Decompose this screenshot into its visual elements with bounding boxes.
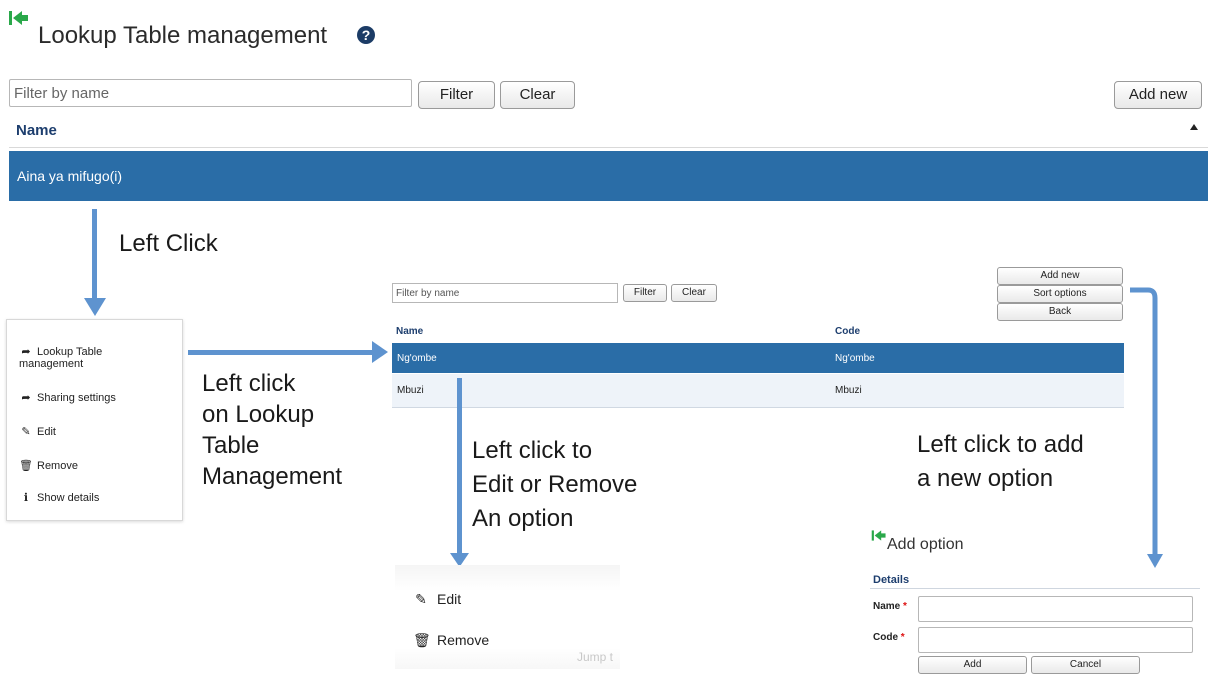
options-clear-button[interactable]: Clear <box>671 284 717 302</box>
option-name: Mbuzi <box>397 385 424 396</box>
add-button[interactable]: Add <box>918 656 1027 674</box>
name-field[interactable] <box>918 596 1193 622</box>
details-heading: Details <box>873 574 910 586</box>
option-row[interactable]: Ng'ombe Ng'ombe <box>392 343 1124 373</box>
back-arrow-icon[interactable] <box>8 8 30 28</box>
context-menu: ➦ Lookup Table management ➦ Sharing settin… <box>6 319 183 521</box>
row-name: Aina ya mifugo(i) <box>17 168 123 184</box>
menu-item-edit[interactable]: ✎ Edit <box>19 425 56 438</box>
ghost-text: Jump t <box>577 650 614 664</box>
arrow-right-shaft <box>188 350 374 355</box>
annotation-edit-remove: Left click to Edit or Remove An option <box>472 437 638 532</box>
back-button[interactable]: Back <box>997 303 1123 321</box>
option-row[interactable]: Mbuzi Mbuzi <box>392 374 1124 408</box>
options-add-new-button[interactable]: Add new <box>997 267 1123 285</box>
clear-button[interactable]: Clear <box>500 81 575 109</box>
option-code: Mbuzi <box>835 385 862 396</box>
option-code: Ng'ombe <box>835 353 875 364</box>
options-column-code[interactable]: Code <box>835 326 860 337</box>
trash-icon: 🗑 <box>413 632 431 648</box>
menu-item-remove[interactable]: 🗑 Remove <box>413 632 489 649</box>
column-header-name[interactable]: Name <box>16 122 57 139</box>
annotation-left-click-lookup: Left click on Lookup Table Management <box>202 370 343 490</box>
share-arrow-icon: ➦ <box>21 392 31 404</box>
option-name: Ng'ombe <box>397 353 437 364</box>
table-row[interactable]: Aina ya mifugo(i) <box>9 151 1208 201</box>
options-filter-input[interactable] <box>392 283 618 303</box>
edit-icon: ✎ <box>415 591 427 607</box>
add-new-button[interactable]: Add new <box>1114 81 1202 109</box>
help-icon[interactable]: ? <box>357 26 375 44</box>
menu-item-show-details[interactable]: ℹ Show details <box>19 491 99 504</box>
annotation-left-click: Left Click <box>119 230 218 257</box>
menu-item-sharing-settings[interactable]: ➦ Sharing settings <box>19 391 116 404</box>
code-field[interactable] <box>918 627 1193 653</box>
share-arrow-icon: ➦ <box>21 346 31 358</box>
code-label: Code * <box>873 632 905 643</box>
trash-icon: 🗑 <box>19 460 33 472</box>
header-divider <box>9 147 1208 148</box>
options-filter-button[interactable]: Filter <box>623 284 667 302</box>
menu-item-remove[interactable]: 🗑 Remove <box>19 459 78 472</box>
annotation-add-option: Left click to add a new option <box>917 431 1084 492</box>
info-icon: ℹ <box>23 492 29 504</box>
arrow-hook <box>1130 287 1163 568</box>
filter-input[interactable] <box>9 79 412 107</box>
name-label: Name * <box>873 601 907 612</box>
page-title: Lookup Table management <box>38 22 328 49</box>
menu-item-lookup-table-management[interactable]: ➦ Lookup Table management <box>19 345 102 370</box>
arrow-down-shaft <box>92 209 97 302</box>
option-context-menu: ✎ Edit 🗑 Remove Jump t <box>395 565 620 669</box>
arrow-down-shaft <box>457 378 462 556</box>
options-column-name[interactable]: Name <box>396 326 423 337</box>
back-arrow-icon[interactable] <box>871 528 887 543</box>
edit-icon: ✎ <box>21 426 31 438</box>
menu-item-edit[interactable]: ✎ Edit <box>413 591 461 608</box>
filter-button[interactable]: Filter <box>418 81 495 109</box>
details-divider <box>870 588 1200 589</box>
arrow-down-head <box>84 298 106 316</box>
arrow-right-head <box>372 341 388 363</box>
sort-options-button[interactable]: Sort options <box>997 285 1123 303</box>
cancel-button[interactable]: Cancel <box>1031 656 1140 674</box>
add-option-title: Add option <box>887 536 964 553</box>
sort-ascending-icon[interactable] <box>1190 124 1198 130</box>
